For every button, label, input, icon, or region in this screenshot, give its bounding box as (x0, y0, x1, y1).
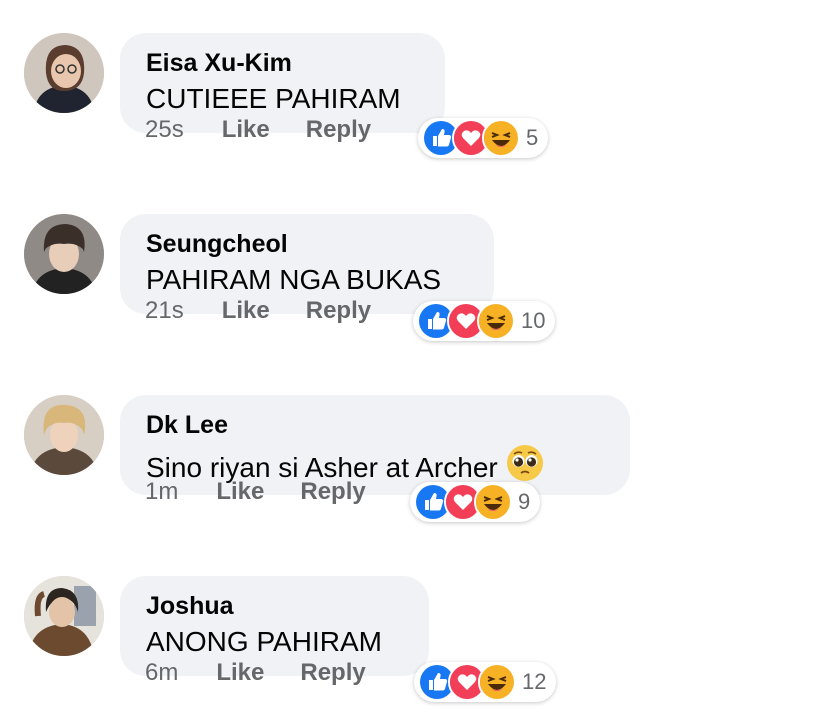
avatar[interactable] (24, 576, 104, 656)
comment-item: Eisa Xu-Kim CUTIEEE PAHIRAM 5 25s Like R… (0, 0, 828, 181)
reply-button[interactable]: Reply (300, 478, 365, 506)
haha-reaction-icon (478, 663, 516, 701)
comment-timestamp[interactable]: 1m (145, 478, 178, 506)
comment-timestamp[interactable]: 6m (145, 659, 178, 687)
reply-button[interactable]: Reply (306, 297, 371, 325)
comment-author[interactable]: Seungcheol (146, 229, 468, 259)
reply-button[interactable]: Reply (300, 659, 365, 687)
comment-actions: 6m Like Reply (145, 653, 366, 693)
comment-timestamp[interactable]: 21s (145, 297, 184, 325)
pleading-face-emoji-icon (506, 444, 544, 482)
comment-author[interactable]: Dk Lee (146, 410, 604, 440)
comment-author[interactable]: Joshua (146, 591, 403, 621)
avatar[interactable] (24, 395, 104, 475)
reaction-count: 9 (518, 489, 531, 514)
comment-author[interactable]: Eisa Xu-Kim (146, 48, 419, 78)
reaction-summary[interactable]: 12 (414, 662, 557, 702)
comment-timestamp[interactable]: 25s (145, 116, 184, 144)
reaction-count: 12 (522, 669, 547, 694)
avatar[interactable] (24, 214, 104, 294)
like-button[interactable]: Like (222, 116, 270, 144)
like-button[interactable]: Like (216, 478, 264, 506)
comment-item: Joshua ANONG PAHIRAM 12 6m Like Reply (0, 543, 828, 724)
like-button[interactable]: Like (222, 297, 270, 325)
haha-reaction-icon (477, 302, 515, 340)
reaction-summary[interactable]: 10 (413, 301, 556, 341)
reaction-summary[interactable]: 5 (418, 118, 549, 158)
like-button[interactable]: Like (216, 659, 264, 687)
comment-actions: 25s Like Reply (145, 110, 371, 150)
reply-button[interactable]: Reply (306, 116, 371, 144)
comment-item: Dk Lee Sino riyan si Asher at Archer 9 1… (0, 362, 828, 543)
comment-actions: 21s Like Reply (145, 291, 371, 331)
haha-reaction-icon (482, 119, 520, 157)
haha-reaction-icon (474, 483, 512, 521)
reaction-summary[interactable]: 9 (410, 482, 541, 522)
reaction-count: 10 (521, 308, 546, 333)
reaction-count: 5 (526, 125, 539, 150)
comment-item: Seungcheol PAHIRAM NGA BUKAS 10 21s Like… (0, 181, 828, 362)
comment-actions: 1m Like Reply (145, 472, 366, 512)
avatar[interactable] (24, 33, 104, 113)
